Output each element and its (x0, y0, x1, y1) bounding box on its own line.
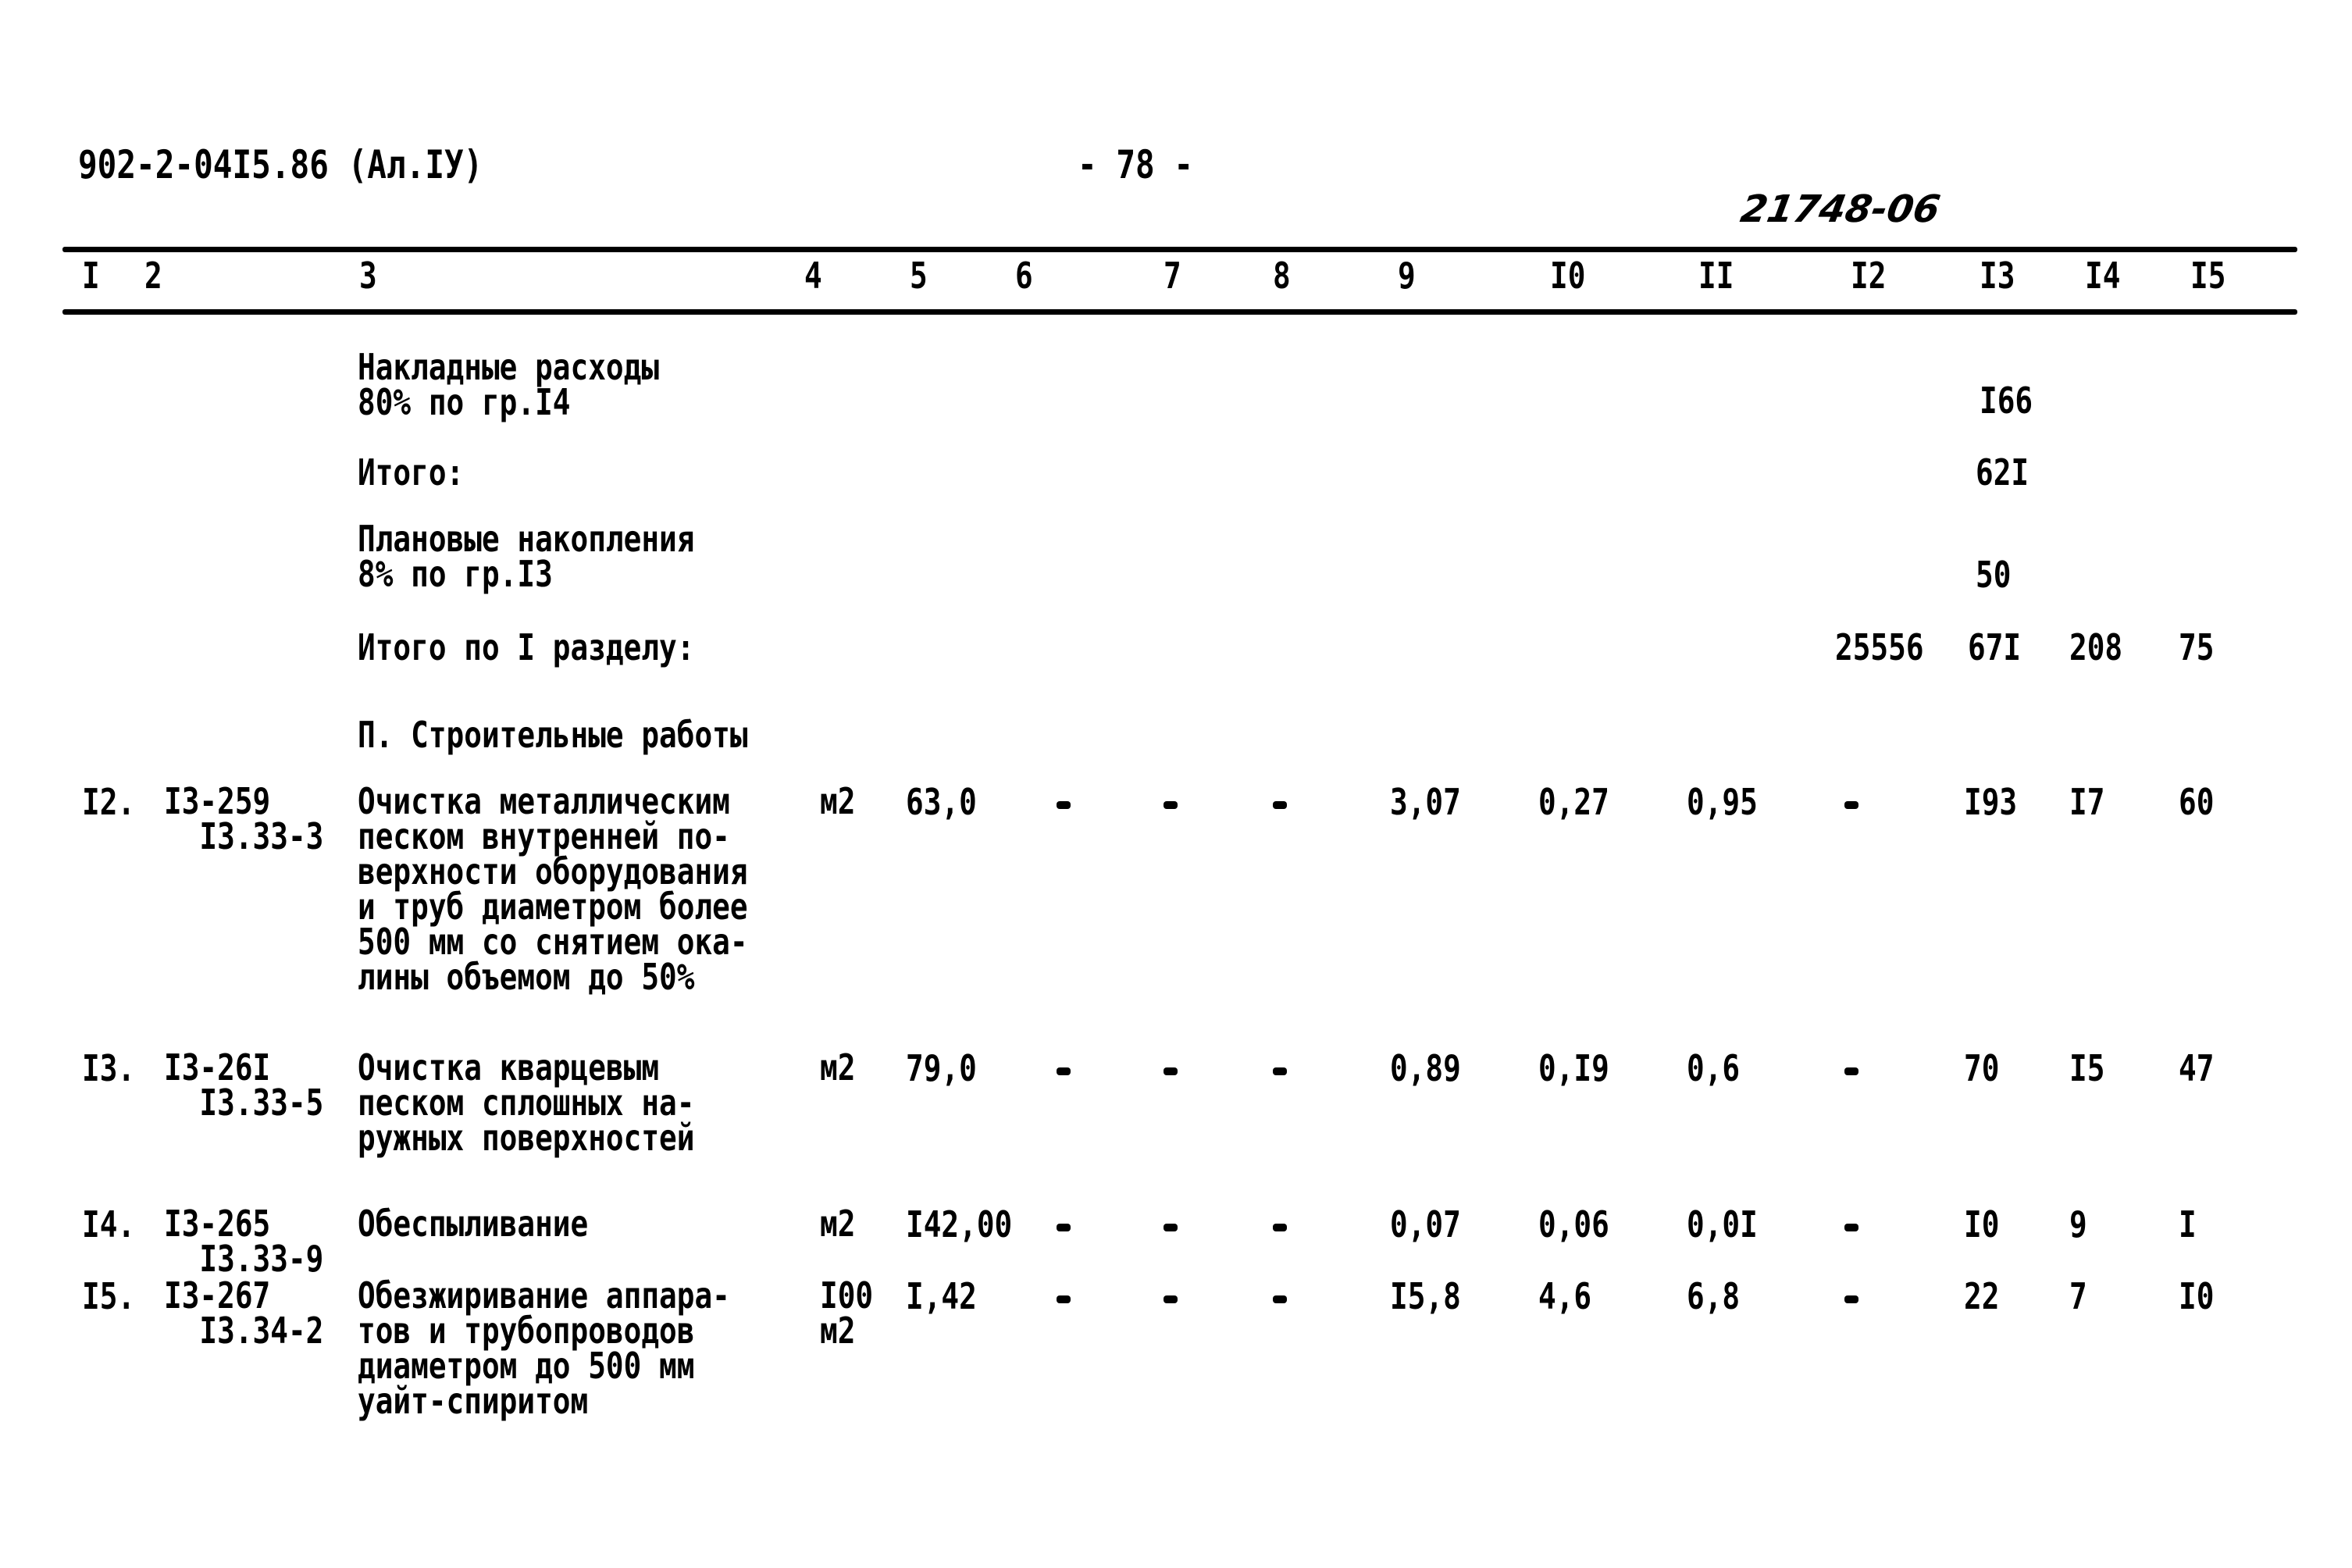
cell-description: Очистка металлическим песком внутренней … (358, 780, 748, 998)
empty-value-dash (1164, 1067, 1178, 1075)
cell-c15: I0 (2179, 1275, 2215, 1317)
cell-c11: 0,0I (1687, 1203, 1758, 1245)
empty-value-dash (1844, 1295, 1858, 1303)
cell-description: Обезжиривание аппара- тов и трубопроводо… (358, 1274, 730, 1422)
cell-c10: 4,6 (1538, 1275, 1592, 1317)
section-title: П. Строительные работы (358, 714, 748, 756)
cell-c15: 60 (2179, 781, 2215, 823)
header-rule-top (62, 247, 2297, 252)
column-header: II (1698, 255, 1734, 297)
column-header: 5 (910, 255, 928, 297)
summary-label: Итого: (358, 451, 465, 494)
empty-value-dash (1164, 1295, 1178, 1303)
empty-value-dash (1057, 801, 1071, 809)
cell-c11: 0,6 (1687, 1047, 1741, 1089)
summary-col12: 25556 (1835, 626, 1924, 668)
cell-c14: 9 (2069, 1203, 2087, 1245)
empty-value-dash (1273, 1067, 1287, 1075)
summary-label: Плановые накопления 8% по гр.I3 (358, 518, 695, 595)
summary-col13: I66 (1980, 380, 2033, 422)
column-header: I4 (2085, 255, 2121, 297)
summary-label: Накладные расходы 80% по гр.I4 (358, 346, 660, 423)
cell-unit: м2 (820, 1046, 856, 1089)
cell-qty: 79,0 (906, 1047, 977, 1089)
empty-value-dash (1164, 801, 1178, 809)
empty-value-dash (1164, 1224, 1178, 1231)
cell-c9: 3,07 (1390, 781, 1461, 823)
cell-description: Очистка кварцевым песком сплошных на- ру… (358, 1046, 695, 1159)
handwritten-stamp: 21748-06 (1737, 187, 1944, 231)
header-rule-bottom (62, 309, 2297, 315)
empty-value-dash (1057, 1224, 1071, 1231)
cell-unit: I00 м2 (820, 1274, 874, 1352)
cell-code: I3-26I I3.33-5 (164, 1046, 324, 1124)
column-header: 8 (1273, 255, 1291, 297)
cell-description: Обеспыливание (358, 1203, 589, 1245)
cell-c13: 22 (1964, 1275, 2000, 1317)
column-header: 6 (1015, 255, 1033, 297)
cell-num: I4. (82, 1203, 136, 1245)
column-header: 4 (804, 255, 822, 297)
cell-c13: 70 (1964, 1047, 2000, 1089)
cell-num: I2. (82, 781, 136, 823)
cell-code: I3-267 I3.34-2 (164, 1274, 324, 1352)
summary-col13: 62I (1976, 451, 2029, 494)
cell-c15: I (2179, 1203, 2197, 1245)
cell-code: I3-259 I3.33-3 (164, 780, 324, 857)
cell-c9: 0,89 (1390, 1047, 1461, 1089)
cell-c11: 0,95 (1687, 781, 1758, 823)
cell-code: I3-265 I3.33-9 (164, 1203, 324, 1280)
empty-value-dash (1844, 801, 1858, 809)
cell-unit: м2 (820, 1203, 856, 1245)
empty-value-dash (1273, 801, 1287, 809)
cell-c15: 47 (2179, 1047, 2215, 1089)
empty-value-dash (1057, 1067, 1071, 1075)
document-code: 902-2-04I5.86 (Ал.IУ) (78, 142, 483, 187)
column-header: 7 (1164, 255, 1181, 297)
empty-value-dash (1844, 1224, 1858, 1231)
empty-value-dash (1273, 1295, 1287, 1303)
cell-c10: 0,I9 (1538, 1047, 1609, 1089)
cell-c9: I5,8 (1390, 1275, 1461, 1317)
column-header: I2 (1851, 255, 1887, 297)
empty-value-dash (1273, 1224, 1287, 1231)
cell-c11: 6,8 (1687, 1275, 1741, 1317)
cell-qty: I42,00 (906, 1203, 1013, 1245)
cell-unit: м2 (820, 780, 856, 822)
empty-value-dash (1844, 1067, 1858, 1075)
cell-c14: 7 (2069, 1275, 2087, 1317)
summary-col13: 67I (1968, 626, 2022, 668)
column-header: I3 (1980, 255, 2015, 297)
summary-col15: 75 (2179, 626, 2215, 668)
cell-c10: 0,06 (1538, 1203, 1609, 1245)
cell-c14: I7 (2069, 781, 2105, 823)
page-number: - 78 - (1078, 142, 1194, 187)
summary-col14: 208 (2069, 626, 2123, 668)
column-header: I (82, 255, 100, 297)
summary-label: Итого по I разделу: (358, 626, 695, 668)
column-header: 2 (144, 255, 162, 297)
cell-qty: I,42 (906, 1275, 977, 1317)
column-header: I0 (1550, 255, 1586, 297)
cell-qty: 63,0 (906, 781, 977, 823)
column-header: 3 (359, 255, 377, 297)
cell-c14: I5 (2069, 1047, 2105, 1089)
cell-num: I5. (82, 1275, 136, 1317)
cell-num: I3. (82, 1047, 136, 1089)
summary-col13: 50 (1976, 554, 2012, 596)
empty-value-dash (1057, 1295, 1071, 1303)
cell-c13: I0 (1964, 1203, 2000, 1245)
column-header: 9 (1398, 255, 1416, 297)
cell-c9: 0,07 (1390, 1203, 1461, 1245)
cell-c13: I93 (1964, 781, 2018, 823)
column-header: I5 (2190, 255, 2226, 297)
cell-c10: 0,27 (1538, 781, 1609, 823)
